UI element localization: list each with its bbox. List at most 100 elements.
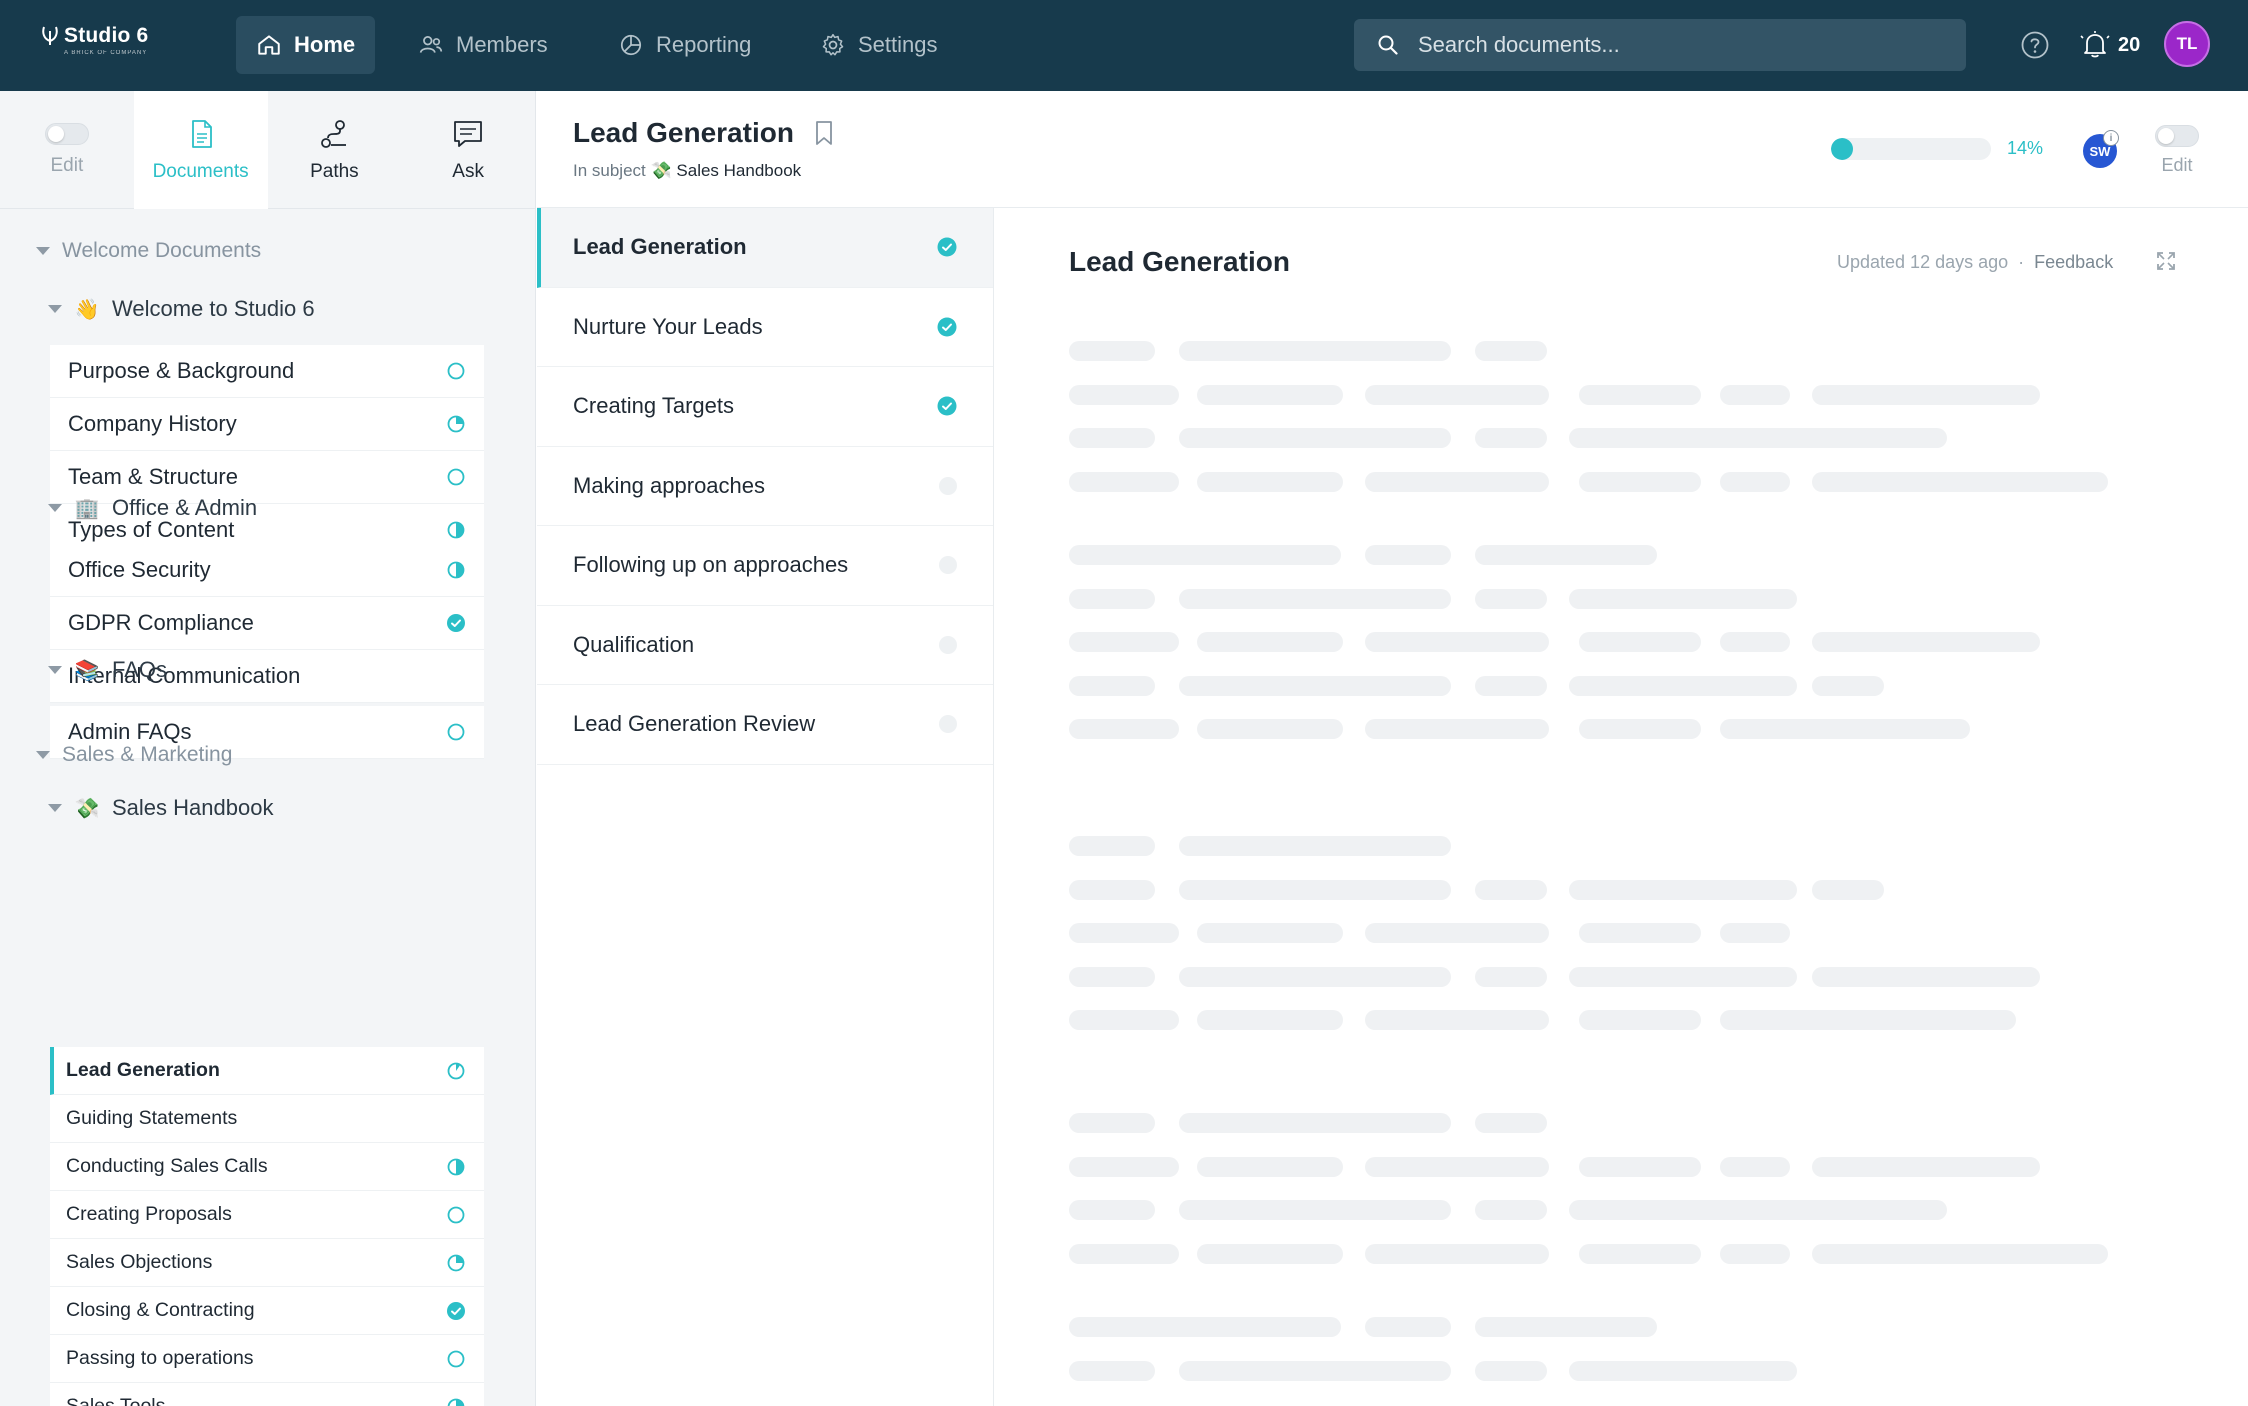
chapter-item[interactable]: Making approaches: [537, 447, 993, 526]
feedback-link[interactable]: Feedback: [2034, 252, 2113, 273]
gear-icon: [822, 33, 844, 56]
skeleton-bar: [1365, 923, 1549, 943]
document-title-text: Lead Generation: [573, 117, 794, 148]
group-label: Office & Admin: [112, 495, 258, 520]
doc-item-label: Closing & Contracting: [66, 1299, 255, 1321]
doc-item-label: Office Security: [68, 557, 211, 582]
skeleton-bar: [1069, 545, 1341, 565]
info-icon[interactable]: i: [2103, 130, 2119, 146]
section-label: Sales & Marketing: [62, 743, 233, 766]
skeleton-bar: [1812, 966, 2040, 987]
progress-percent: 14%: [2007, 138, 2044, 158]
caret-down-icon: [48, 804, 62, 812]
skeleton-bar: [1365, 1156, 1549, 1177]
status-done-icon: [447, 614, 465, 632]
search-bar[interactable]: [1354, 19, 1966, 71]
group-label: Sales Handbook: [112, 795, 274, 820]
brand-logo[interactable]: Studio 6 A BRICK OF COMPANY: [40, 24, 180, 68]
tab-edit[interactable]: Edit: [0, 91, 134, 209]
doc-item-company-history[interactable]: Company History: [50, 398, 484, 451]
doc-item-passing-to-operations[interactable]: Passing to operations: [50, 1335, 484, 1383]
bell-icon: [2080, 31, 2110, 58]
chapter-item[interactable]: Qualification: [537, 606, 993, 685]
nav-members[interactable]: Members: [398, 16, 568, 74]
nav-home-label: Home: [294, 32, 356, 57]
nav-settings-label: Settings: [858, 32, 938, 57]
skeleton-bar: [1179, 836, 1451, 856]
expand-icon[interactable]: [2155, 250, 2177, 272]
chapter-item[interactable]: Nurture Your Leads: [537, 288, 993, 367]
doc-item-lead-generation[interactable]: Lead Generation: [50, 1047, 484, 1095]
group-welcome-to-studio6[interactable]: 👋 Welcome to Studio 6: [48, 296, 315, 322]
skeleton-bar: [1475, 675, 1547, 696]
skeleton-bar: [1069, 588, 1155, 609]
doc-item-sales-objections[interactable]: Sales Objections: [50, 1239, 484, 1287]
doc-item-label: Sales Objections: [66, 1251, 213, 1273]
tab-ask[interactable]: Ask: [401, 91, 535, 209]
section-welcome-documents[interactable]: Welcome Documents: [36, 239, 261, 263]
tab-paths[interactable]: Paths: [268, 91, 402, 209]
nav-reporting[interactable]: Reporting: [598, 16, 771, 74]
skeleton-bar: [1475, 1317, 1657, 1337]
group-sales-handbook[interactable]: 💸 Sales Handbook: [48, 795, 273, 821]
doc-item-guiding-statements[interactable]: Guiding Statements: [50, 1095, 484, 1143]
subject-link[interactable]: Sales Handbook: [676, 161, 801, 180]
chapter-item[interactable]: Following up on approaches: [537, 526, 993, 606]
document-header: Lead Generation In subject 💸 Sales Handb…: [537, 91, 2248, 208]
caret-down-icon: [48, 504, 62, 512]
skeleton-line: [1069, 1113, 2169, 1133]
notifications-button[interactable]: 20: [2078, 28, 2140, 62]
skeleton-bar: [1179, 1360, 1451, 1381]
help-icon[interactable]: [2020, 30, 2050, 60]
skeleton-line: [1069, 341, 2169, 361]
skeleton-bar: [1179, 966, 1451, 987]
skeleton-bar: [1579, 923, 1701, 943]
skeleton-bar: [1569, 966, 1797, 987]
doc-item-label: GDPR Compliance: [68, 610, 254, 635]
skeleton-bar: [1475, 1200, 1547, 1220]
doc-item-sales-tools[interactable]: Sales Tools: [50, 1383, 484, 1406]
money-emoji-icon: 💸: [74, 797, 100, 820]
chapter-item[interactable]: Creating Targets: [537, 367, 993, 447]
doc-item-closing-contracting[interactable]: Closing & Contracting: [50, 1287, 484, 1335]
meta-separator: ·: [2018, 252, 2025, 272]
tab-documents[interactable]: Documents: [133, 91, 268, 209]
edit-toggle[interactable]: [44, 123, 89, 145]
skeleton-bar: [1069, 1243, 1179, 1264]
skeleton-bar: [1069, 1360, 1155, 1381]
doc-item-creating-proposals[interactable]: Creating Proposals: [50, 1191, 484, 1239]
skeleton-bar: [1179, 675, 1451, 696]
home-icon: [258, 35, 280, 55]
group-office-admin[interactable]: 🏢 Office & Admin: [48, 495, 257, 521]
chapter-item[interactable]: Lead Generation: [537, 208, 993, 288]
tab-edit-label: Edit: [50, 155, 84, 176]
doc-item-label: Admin FAQs: [68, 719, 192, 744]
doc-item-gdpr-compliance[interactable]: GDPR Compliance: [50, 597, 484, 650]
status-half-icon: [447, 521, 465, 539]
skeleton-bar: [1720, 1010, 2016, 1030]
incomplete-dot-icon: [939, 476, 957, 495]
doc-item-conducting-sales-calls[interactable]: Conducting Sales Calls: [50, 1143, 484, 1191]
section-sales-marketing[interactable]: Sales & Marketing: [36, 743, 232, 767]
skeleton-bar: [1579, 1156, 1701, 1177]
edit-label: Edit: [2161, 155, 2193, 175]
bookmark-icon[interactable]: [814, 120, 834, 146]
doc-item-label: Company History: [68, 411, 237, 436]
doc-item-label: Guiding Statements: [66, 1107, 238, 1129]
user-avatar[interactable]: TL: [2164, 21, 2210, 67]
group-faqs[interactable]: 📚 FAQs: [48, 657, 167, 683]
doc-item-office-security[interactable]: Office Security: [50, 544, 484, 597]
skeleton-bar: [1179, 341, 1451, 361]
skeleton-line: [1069, 471, 2169, 492]
doc-item-purpose-background[interactable]: Purpose & Background: [50, 345, 484, 398]
skeleton-bar: [1179, 879, 1451, 900]
search-input[interactable]: [1418, 32, 1938, 58]
nav-home[interactable]: Home: [236, 16, 376, 74]
subject-prefix: In subject: [573, 161, 646, 180]
edit-toggle[interactable]: [2155, 125, 2199, 147]
edit-mode-control[interactable]: Edit: [2155, 125, 2199, 176]
group-label: Welcome to Studio 6: [112, 296, 315, 321]
chapter-item[interactable]: Lead Generation Review: [537, 685, 993, 765]
check-circle-icon: [937, 237, 957, 257]
nav-settings[interactable]: Settings: [800, 16, 958, 74]
